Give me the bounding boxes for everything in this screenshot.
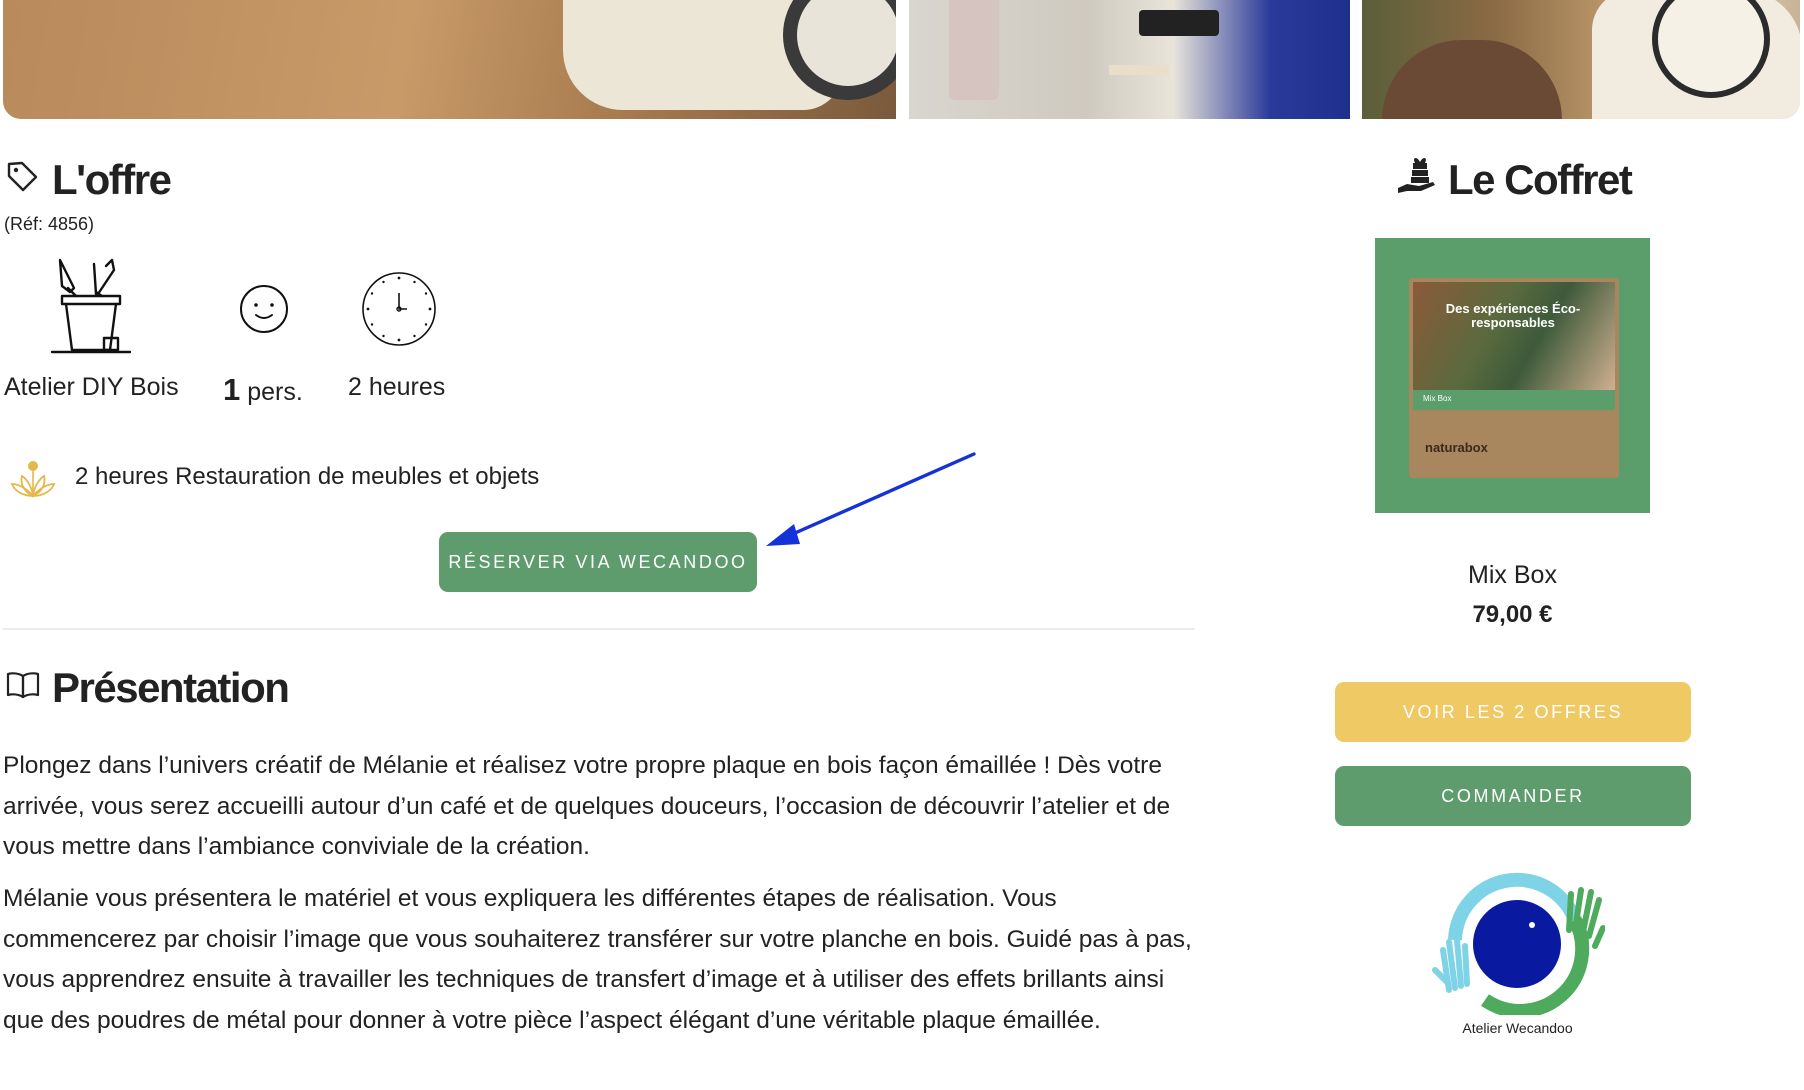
reserve-wecandoo-button[interactable]: RÉSERVER VIA WECANDOO xyxy=(439,532,757,592)
gift-box-photo: Des expériences Éco-responsables xyxy=(1413,282,1615,390)
presentation-paragraph: Plongez dans l’univers créatif de Mélani… xyxy=(3,752,1171,860)
order-button[interactable]: COMMANDER xyxy=(1335,766,1691,826)
open-book-icon xyxy=(6,672,40,699)
wecandoo-logo[interactable] xyxy=(1425,870,1605,1015)
offer-title: L'offre xyxy=(52,156,172,203)
clock-icon xyxy=(362,272,436,346)
gift-box-brand: naturabox xyxy=(1425,440,1488,455)
gift-box-label-strip: Mix Box xyxy=(1413,390,1615,410)
gallery-photo-1[interactable] xyxy=(3,0,896,119)
activity-description: 2 heures Restauration de meubles et obje… xyxy=(75,463,540,490)
coffret-name: Mix Box xyxy=(1468,561,1557,589)
presentation-paragraph: Mélanie vous présentera le matériel et v… xyxy=(3,885,1192,1034)
gift-box-label: Mix Box xyxy=(1423,394,1452,403)
brush-pot-icon xyxy=(50,258,132,354)
coffret-product-image[interactable]: Des expériences Éco-responsables Mix Box… xyxy=(1375,238,1650,513)
smiley-icon xyxy=(240,285,288,333)
participants-unit: pers. xyxy=(247,378,303,406)
coffret-title: Le Coffret xyxy=(1448,156,1633,203)
gift-hand-icon xyxy=(1398,157,1435,193)
gift-box-headline: Des expériences Éco-responsables xyxy=(1445,301,1581,330)
presentation-title: Présentation xyxy=(52,664,290,711)
coffret-price: 79,00 € xyxy=(1472,601,1553,628)
gallery-photo-2[interactable] xyxy=(909,0,1350,119)
feature-type-label: Atelier DIY Bois xyxy=(4,373,179,401)
feature-duration-label: 2 heures xyxy=(348,373,446,401)
lotus-icon xyxy=(10,461,56,498)
gallery-photo-3[interactable] xyxy=(1362,0,1800,119)
gift-box-illustration: Des expériences Éco-responsables Mix Box… xyxy=(1409,278,1619,478)
tag-icon xyxy=(7,161,38,192)
annotation-arrow xyxy=(766,452,976,546)
participants-count: 1 xyxy=(223,372,241,407)
wecandoo-logo-text: Atelier Wecandoo xyxy=(1462,1020,1573,1036)
section-divider xyxy=(3,628,1195,630)
see-offers-button[interactable]: VOIR LES 2 OFFRES xyxy=(1335,682,1691,742)
feature-participants-label: 1 pers. xyxy=(223,372,303,408)
offer-reference: (Réf: 4856) xyxy=(4,214,95,234)
